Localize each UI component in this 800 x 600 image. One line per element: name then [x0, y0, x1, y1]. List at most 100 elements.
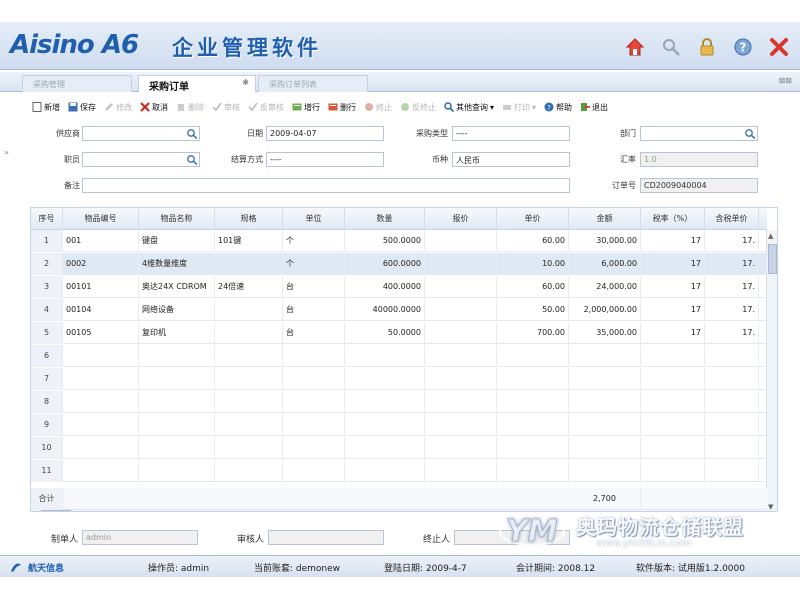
table-cell[interactable] — [569, 391, 641, 413]
table-cell[interactable] — [705, 437, 759, 459]
query-button[interactable]: 其他查询 ▾ — [442, 101, 496, 114]
table-cell[interactable]: 00104 — [63, 299, 139, 321]
scroll-thumb[interactable] — [768, 244, 777, 274]
table-cell[interactable] — [425, 230, 497, 252]
table-cell[interactable] — [283, 391, 345, 413]
table-cell[interactable]: 4维数量维度 — [139, 253, 215, 275]
table-row[interactable]: 2 0002 4维数量维度 个 600.0000 10.00 6,000.00 17 17. — [31, 253, 767, 275]
table-row[interactable]: 7 — [31, 368, 767, 390]
table-cell[interactable] — [345, 345, 425, 367]
vertical-scrollbar[interactable]: ▲ ▼ — [766, 230, 777, 511]
unaudit-button[interactable]: 反审核 — [246, 101, 286, 114]
table-cell[interactable]: 个 — [283, 230, 345, 252]
lookup-icon[interactable] — [186, 128, 198, 139]
add-row-button[interactable]: 增行 — [290, 101, 322, 114]
print-button[interactable]: 打印 ▾ — [500, 101, 538, 114]
table-cell[interactable] — [139, 460, 215, 482]
table-cell[interactable] — [63, 414, 139, 436]
table-cell[interactable] — [569, 414, 641, 436]
table-cell[interactable]: 网络设备 — [139, 299, 215, 321]
table-cell[interactable] — [641, 391, 705, 413]
table-cell[interactable]: 60.00 — [497, 276, 569, 298]
table-cell[interactable]: 个 — [283, 253, 345, 275]
table-cell[interactable] — [425, 299, 497, 321]
table-cell[interactable] — [215, 460, 283, 482]
table-cell[interactable] — [63, 460, 139, 482]
table-cell[interactable] — [345, 391, 425, 413]
table-cell[interactable]: 24倍速 — [215, 276, 283, 298]
table-cell[interactable] — [139, 414, 215, 436]
table-cell[interactable] — [497, 368, 569, 390]
table-cell[interactable]: 500.0000 — [345, 230, 425, 252]
table-cell[interactable]: 17 — [641, 322, 705, 344]
table-cell[interactable] — [63, 368, 139, 390]
table-cell[interactable]: 40000.0000 — [345, 299, 425, 321]
new-button[interactable]: 新增 — [30, 101, 62, 114]
table-row[interactable]: 8 — [31, 391, 767, 413]
table-cell[interactable]: 3 — [31, 276, 63, 298]
search-icon[interactable] — [660, 36, 682, 58]
table-cell[interactable] — [215, 253, 283, 275]
table-cell[interactable] — [345, 437, 425, 459]
table-cell[interactable]: 17. — [705, 253, 759, 275]
table-cell[interactable]: 10 — [31, 437, 63, 459]
table-cell[interactable]: 17. — [705, 276, 759, 298]
table-cell[interactable]: 700.00 — [497, 322, 569, 344]
table-cell[interactable]: 17. — [705, 230, 759, 252]
rate-field[interactable]: 1.0 — [640, 152, 758, 167]
table-cell[interactable]: 17 — [641, 276, 705, 298]
window-buttons[interactable]: ⊠⊠ — [779, 76, 792, 85]
table-cell[interactable] — [497, 414, 569, 436]
table-cell[interactable]: 17. — [705, 322, 759, 344]
table-cell[interactable] — [641, 460, 705, 482]
exit-icon[interactable] — [768, 36, 790, 58]
audit-button[interactable]: 审核 — [210, 101, 242, 114]
table-row[interactable]: 4 00104 网络设备台 40000.0000 50.00 2,000,000.00 17… — [31, 299, 767, 321]
table-cell[interactable] — [63, 437, 139, 459]
purchase-type-select[interactable]: ---- — [452, 126, 570, 141]
table-cell[interactable] — [139, 437, 215, 459]
table-cell[interactable] — [425, 437, 497, 459]
scroll-up-icon[interactable]: ▲ — [768, 232, 773, 240]
tab-purchase-order-list[interactable]: 采购订单列表 — [258, 75, 368, 92]
table-cell[interactable]: 5 — [31, 322, 63, 344]
table-cell[interactable]: 17 — [641, 253, 705, 275]
table-row[interactable]: 6 — [31, 345, 767, 367]
table-cell[interactable] — [425, 276, 497, 298]
table-cell[interactable] — [283, 368, 345, 390]
table-cell[interactable] — [283, 345, 345, 367]
table-cell[interactable] — [497, 460, 569, 482]
table-cell[interactable] — [641, 437, 705, 459]
scroll-down-icon[interactable]: ▼ — [768, 503, 773, 511]
table-cell[interactable] — [215, 437, 283, 459]
currency-select[interactable]: 人民币 — [452, 152, 570, 167]
table-cell[interactable] — [215, 322, 283, 344]
table-cell[interactable]: 50.0000 — [345, 322, 425, 344]
table-row[interactable]: 5 00105 复印机 台 50.0000 700.00 35,000.00 17 17. — [31, 322, 767, 344]
table-cell[interactable]: 50.00 — [497, 299, 569, 321]
tab-purchase-management[interactable]: 采购管理 — [22, 75, 132, 92]
lookup-icon[interactable] — [186, 154, 198, 165]
tab-purchase-order[interactable]: 采购订单 ✱ — [138, 75, 256, 93]
unstop-button[interactable]: 反终止 — [398, 101, 438, 114]
table-cell[interactable]: 1 — [31, 230, 63, 252]
table-cell[interactable]: 001 — [63, 230, 139, 252]
table-cell[interactable]: 7 — [31, 368, 63, 390]
stop-button[interactable]: 终止 — [362, 101, 394, 114]
table-cell[interactable]: 6,000.00 — [569, 253, 641, 275]
table-cell[interactable] — [139, 345, 215, 367]
table-cell[interactable]: 键盘 — [139, 230, 215, 252]
table-cell[interactable] — [425, 322, 497, 344]
table-cell[interactable] — [569, 368, 641, 390]
table-cell[interactable]: 00101 — [63, 276, 139, 298]
supplier-input[interactable] — [82, 126, 200, 141]
table-cell[interactable]: 17 — [641, 299, 705, 321]
table-cell[interactable]: 60.00 — [497, 230, 569, 252]
table-row[interactable]: 3 00101 奥达24X CDROM 24倍速台 400.0000 60.00 24,00… — [31, 276, 767, 298]
chevron-down-icon[interactable]: ▾ — [490, 103, 494, 112]
cancel-button[interactable]: 取消 — [138, 101, 170, 114]
table-cell[interactable] — [283, 437, 345, 459]
date-field[interactable]: 2009-04-07 — [266, 126, 384, 141]
table-row[interactable]: 1 001 键盘 101键个 500.0000 60.00 30,000.00 17 17. — [31, 230, 767, 252]
table-cell[interactable] — [425, 253, 497, 275]
